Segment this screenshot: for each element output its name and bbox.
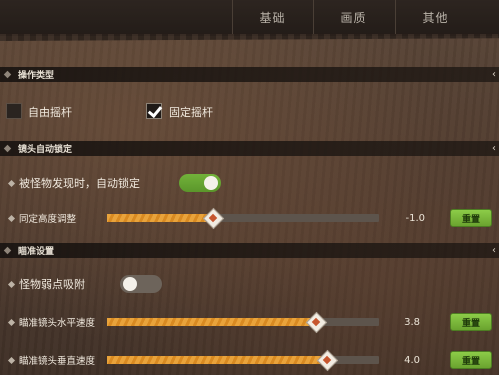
section-header-operation: 操作类型 ‹: [0, 67, 499, 82]
slider-fill: [107, 356, 328, 364]
lock-height-row: 同定高度调整 -1.0 重置: [0, 206, 499, 230]
slider-thumb[interactable]: [318, 351, 336, 369]
slider-fill: [107, 214, 214, 222]
row-bullet-icon: [7, 318, 16, 326]
collapse-arrow-icon[interactable]: ‹: [492, 143, 496, 154]
fixed-stick-checkbox[interactable]: [146, 103, 162, 119]
tab-graphics[interactable]: 画质: [313, 0, 393, 34]
vertical-speed-row: 瞄准镜头垂直速度 4.0 重置: [0, 348, 499, 372]
fixed-stick-label: 固定摇杆: [169, 106, 213, 119]
collapse-arrow-icon[interactable]: ‹: [492, 245, 496, 256]
weak-point-label: 怪物弱点吸附: [19, 278, 85, 291]
lock-height-label: 同定高度调整: [19, 214, 77, 225]
row-bullet-icon: [7, 214, 16, 222]
free-stick-label: 自由摇杆: [28, 106, 72, 119]
slider-thumb[interactable]: [204, 209, 222, 227]
section-header-aim: 瞄准设置 ‹: [0, 243, 499, 258]
toggle-knob: [123, 277, 137, 291]
collapse-arrow-icon[interactable]: ‹: [492, 69, 496, 80]
tab-bar-fringe-divider: [0, 34, 499, 41]
free-stick-checkbox[interactable]: [6, 103, 22, 119]
lock-height-reset-button[interactable]: 重置: [450, 209, 492, 227]
horizontal-speed-label: 瞄准镜头水平速度: [19, 318, 96, 329]
toggle-knob: [204, 176, 218, 190]
lock-height-slider[interactable]: [107, 214, 379, 222]
weak-point-row: 怪物弱点吸附: [0, 272, 499, 296]
auto-lock-toggle[interactable]: [179, 174, 221, 192]
row-bullet-icon: [7, 179, 16, 187]
horizontal-speed-row: 瞄准镜头水平速度 3.8 重置: [0, 310, 499, 334]
tab-basic[interactable]: 基础: [232, 0, 312, 34]
weak-point-toggle[interactable]: [120, 275, 162, 293]
vertical-speed-slider[interactable]: [107, 356, 379, 364]
horizontal-speed-slider[interactable]: [107, 318, 379, 326]
lock-height-value: -1.0: [405, 213, 425, 224]
top-tab-bar: 基础 画质 其他: [0, 0, 499, 41]
vertical-speed-reset-button[interactable]: 重置: [450, 351, 492, 369]
auto-lock-row: 被怪物发现时，自动锁定: [0, 171, 499, 195]
vertical-speed-label: 瞄准镜头垂直速度: [19, 356, 96, 367]
slider-thumb[interactable]: [307, 313, 325, 331]
vertical-speed-value: 4.0: [404, 355, 420, 366]
auto-lock-label: 被怪物发现时，自动锁定: [19, 177, 140, 190]
slider-fill: [107, 318, 317, 326]
tab-other[interactable]: 其他: [395, 0, 475, 34]
row-bullet-icon: [7, 280, 16, 288]
horizontal-speed-reset-button[interactable]: 重置: [450, 313, 492, 331]
row-bullet-icon: [7, 356, 16, 364]
horizontal-speed-value: 3.8: [404, 317, 420, 328]
section-header-camera-lock: 镜头自动锁定 ‹: [0, 141, 499, 156]
